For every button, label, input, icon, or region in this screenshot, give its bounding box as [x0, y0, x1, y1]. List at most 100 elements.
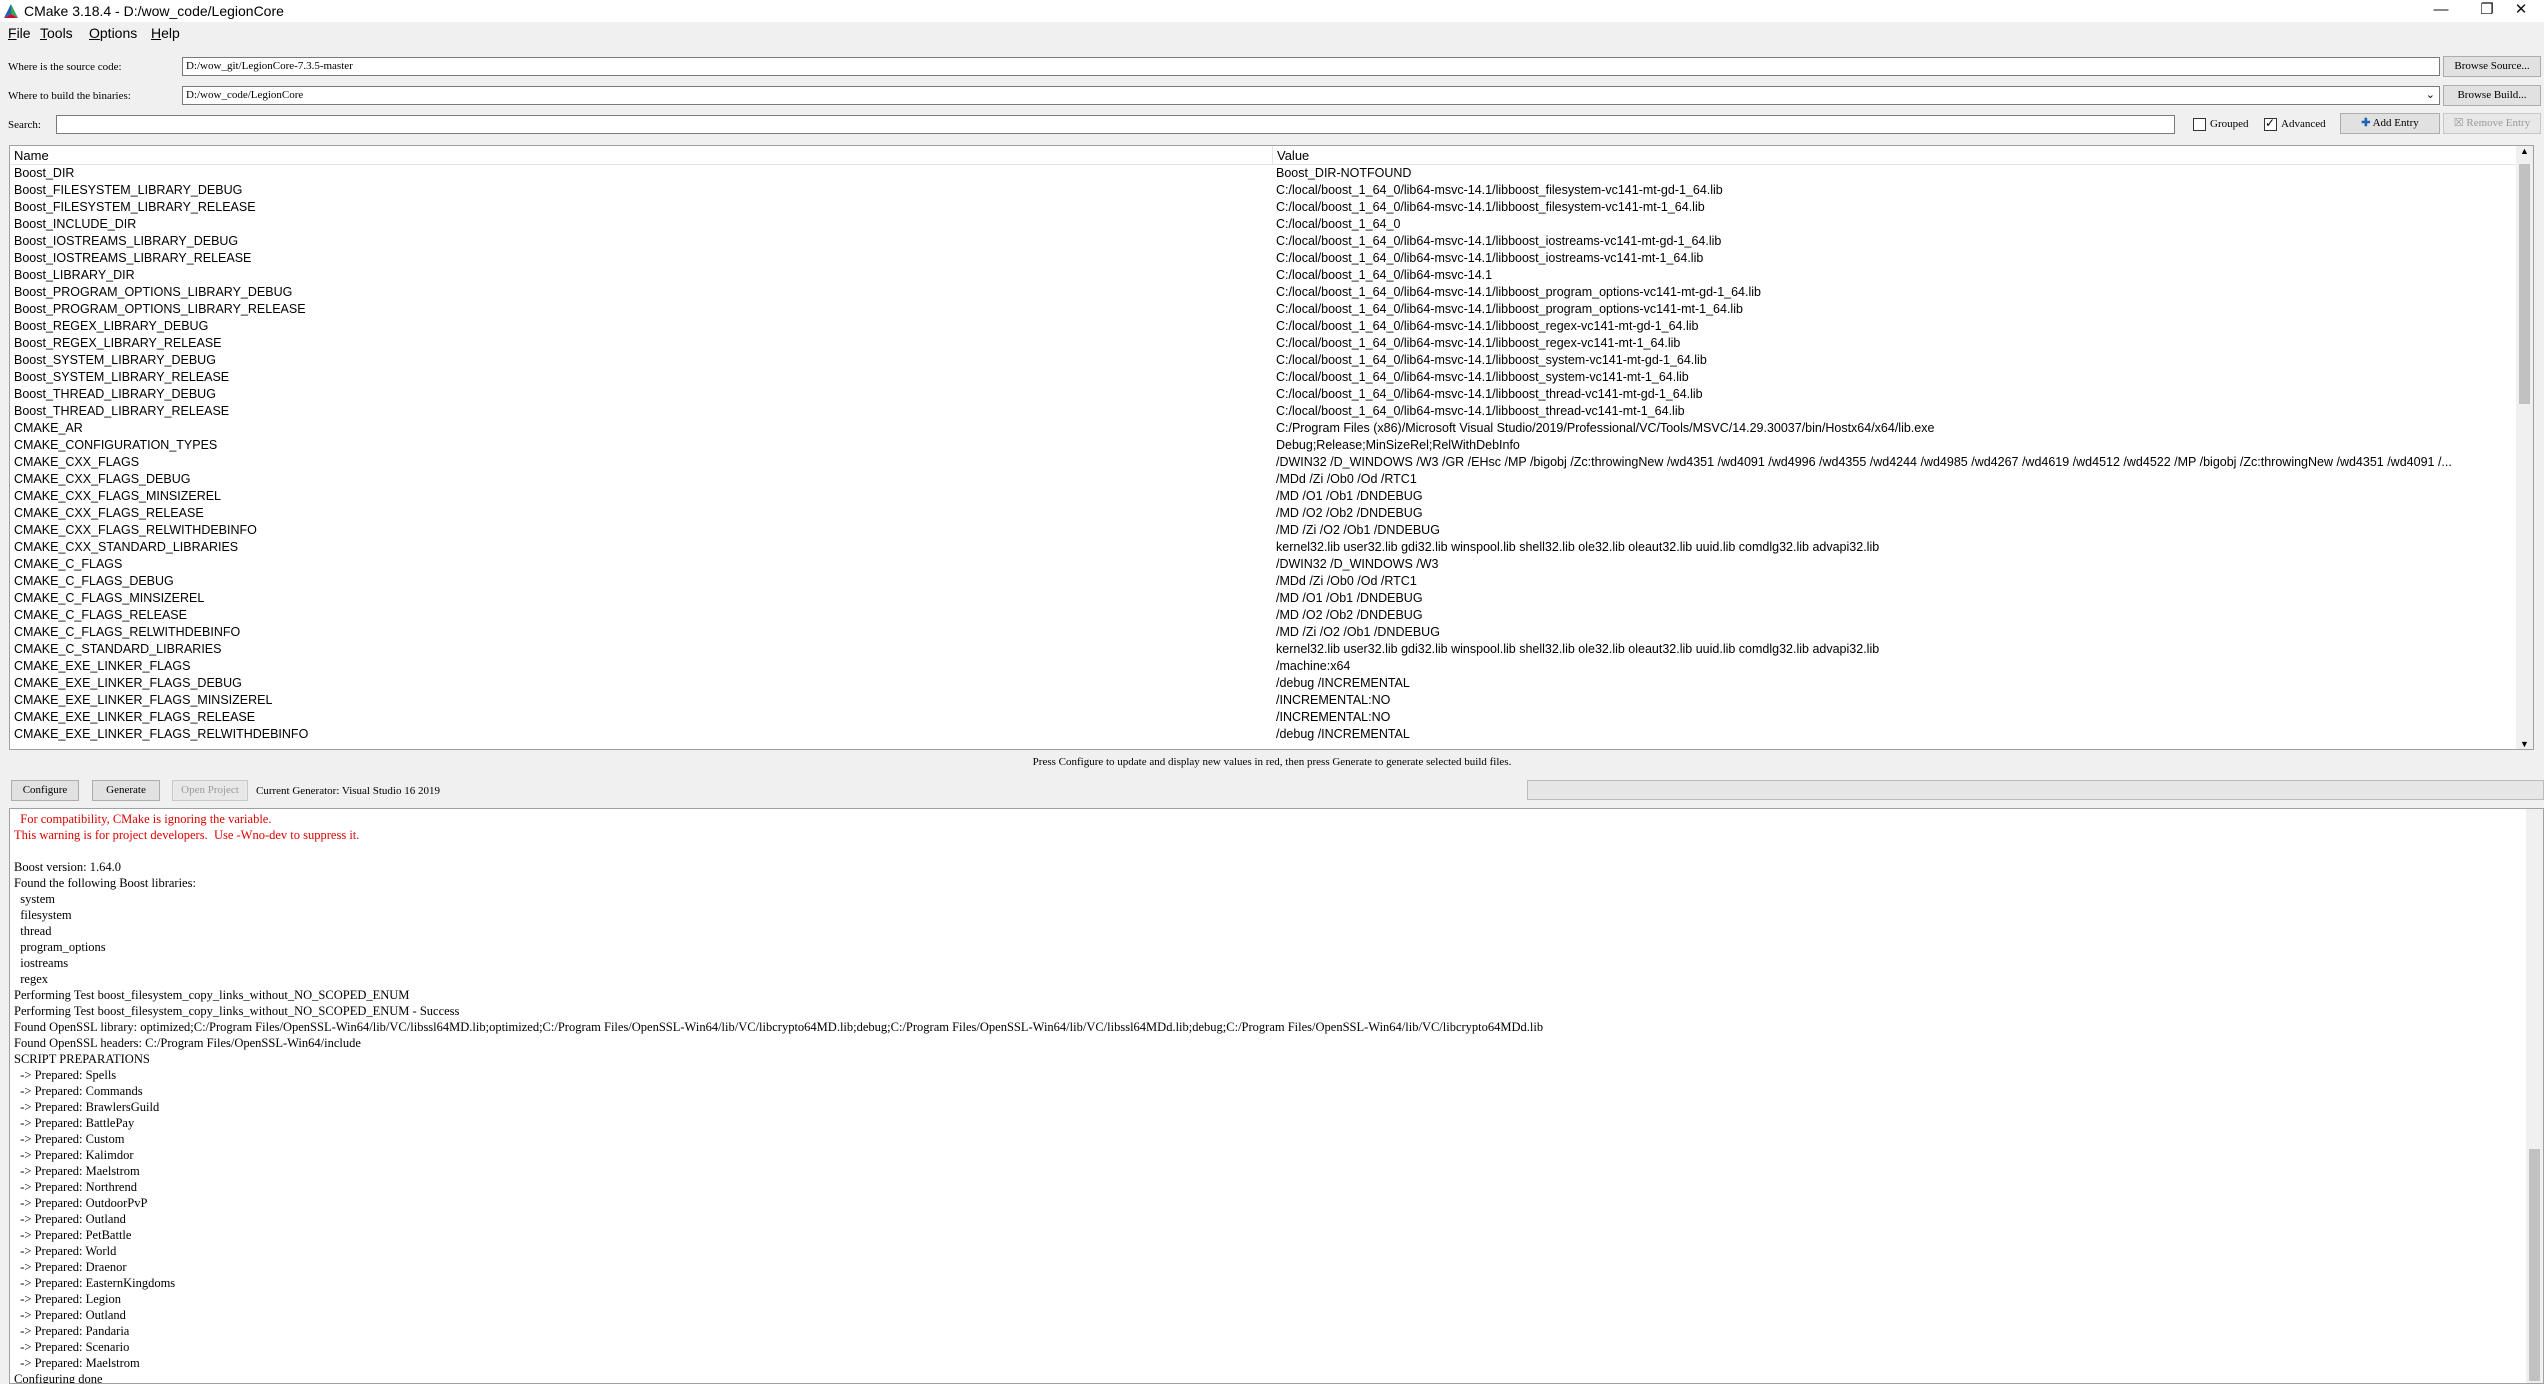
- generate-button[interactable]: Generate: [92, 780, 160, 801]
- cell-value[interactable]: /MD /O1 /Ob1 /DNDEBUG: [1276, 488, 2526, 505]
- scroll-down-icon[interactable]: ▼: [2516, 739, 2533, 749]
- table-row[interactable]: CMAKE_EXE_LINKER_FLAGS/machine:x64: [10, 658, 2533, 675]
- cache-table[interactable]: Name Value Boost_DIR Boost_DIR-NOTFOUND Bo…: [9, 145, 2534, 750]
- table-row[interactable]: CMAKE_CXX_STANDARD_LIBRARIES kernel32.lib…: [10, 539, 2533, 556]
- open-project-button[interactable]: Open Project: [172, 780, 248, 801]
- column-header-value[interactable]: Value: [1273, 146, 2533, 165]
- cell-value[interactable]: Debug;Release;MinSizeRel;RelWithDebInfo: [1276, 437, 2526, 454]
- table-row[interactable]: Boost_REGEX_LIBRARY_DEBUG C:/local/boost_…: [10, 318, 2533, 335]
- cell-value[interactable]: C:/local/boost_1_64_0/lib64-msvc-14.1/li…: [1276, 182, 2526, 199]
- table-scroll-thumb[interactable]: [2519, 164, 2530, 404]
- close-button[interactable]: ✕: [2498, 0, 2544, 22]
- minimize-button[interactable]: —: [2418, 0, 2464, 22]
- cell-value[interactable]: /MD /O2 /Ob2 /DNDEBUG: [1276, 505, 2526, 522]
- table-row[interactable]: CMAKE_C_STANDARD_LIBRARIES kernel32.lib u…: [10, 641, 2533, 658]
- output-log[interactable]: For compatibility, CMake is ignoring the…: [9, 808, 2544, 1384]
- table-row[interactable]: CMAKE_CONFIGURATION_TYPES Debug;Release;M…: [10, 437, 2533, 454]
- table-row[interactable]: CMAKE_C_FLAGS_RELEASE/MD /O2 /Ob2 /DNDEB…: [10, 607, 2533, 624]
- browse-build-button[interactable]: Browse Build...: [2443, 85, 2541, 106]
- table-row[interactable]: CMAKE_CXX_FLAGS_RELEASE/MD /O2 /Ob2 /DND…: [10, 505, 2533, 522]
- table-row[interactable]: Boost_SYSTEM_LIBRARY_RELEASE C:/local/boo…: [10, 369, 2533, 386]
- table-row[interactable]: CMAKE_CXX_FLAGS_RELWITHDEBINFO/MD /Zi /O…: [10, 522, 2533, 539]
- cell-value[interactable]: C:/local/boost_1_64_0/lib64-msvc-14.1/li…: [1276, 352, 2526, 369]
- cell-value[interactable]: C:/local/boost_1_64_0: [1276, 216, 2526, 233]
- cell-value[interactable]: /INCREMENTAL:NO: [1276, 709, 2526, 726]
- remove-entry-button[interactable]: ☒ Remove Entry: [2443, 113, 2541, 134]
- table-row[interactable]: CMAKE_EXE_LINKER_FLAGS_DEBUG/debug /INCR…: [10, 675, 2533, 692]
- table-row[interactable]: Boost_DIR Boost_DIR-NOTFOUND: [10, 165, 2533, 182]
- cell-value[interactable]: C:/local/boost_1_64_0/lib64-msvc-14.1/li…: [1276, 318, 2526, 335]
- chevron-down-icon[interactable]: ⌄: [2426, 87, 2435, 104]
- table-row[interactable]: CMAKE_CXX_FLAGS/DWIN32 /D_WINDOWS /W3 /G…: [10, 454, 2533, 471]
- output-line: filesystem: [14, 908, 72, 922]
- output-scroll-thumb[interactable]: [2529, 1149, 2540, 1381]
- cell-value[interactable]: /MD /O2 /Ob2 /DNDEBUG: [1276, 607, 2526, 624]
- table-row[interactable]: Boost_FILESYSTEM_LIBRARY_DEBUG C:/local/b…: [10, 182, 2533, 199]
- cell-value[interactable]: /MD /Zi /O2 /Ob1 /DNDEBUG: [1276, 522, 2526, 539]
- table-row[interactable]: CMAKE_C_FLAGS_RELWITHDEBINFO/MD /Zi /O2 …: [10, 624, 2533, 641]
- cell-value[interactable]: /MD /O1 /Ob1 /DNDEBUG: [1276, 590, 2526, 607]
- table-row[interactable]: Boost_IOSTREAMS_LIBRARY_DEBUG C:/local/bo…: [10, 233, 2533, 250]
- cell-value[interactable]: kernel32.lib user32.lib gdi32.lib winspo…: [1276, 539, 2526, 556]
- cell-value[interactable]: /DWIN32 /D_WINDOWS /W3: [1276, 556, 2526, 573]
- cell-value[interactable]: C:/local/boost_1_64_0/lib64-msvc-14.1/li…: [1276, 199, 2526, 216]
- source-path-input[interactable]: D:/wow_git/LegionCore-7.3.5-master: [182, 57, 2440, 76]
- table-row[interactable]: Boost_PROGRAM_OPTIONS_LIBRARY_DEBUG C:/lo…: [10, 284, 2533, 301]
- table-row[interactable]: CMAKE_EXE_LINKER_FLAGS_RELEASE/INCREMENT…: [10, 709, 2533, 726]
- cell-value[interactable]: C:/local/boost_1_64_0/lib64-msvc-14.1/li…: [1276, 386, 2526, 403]
- table-row[interactable]: CMAKE_EXE_LINKER_FLAGS_RELWITHDEBINFO/de…: [10, 726, 2533, 743]
- menu-help[interactable]: Help: [151, 25, 180, 41]
- cell-value[interactable]: C:/local/boost_1_64_0/lib64-msvc-14.1/li…: [1276, 301, 2526, 318]
- cell-value[interactable]: C:/local/boost_1_64_0/lib64-msvc-14.1/li…: [1276, 284, 2526, 301]
- table-row[interactable]: CMAKE_C_FLAGS_MINSIZEREL/MD /O1 /Ob1 /DN…: [10, 590, 2533, 607]
- table-scrollbar[interactable]: ▲ ▼: [2516, 146, 2533, 749]
- column-header-name[interactable]: Name: [10, 146, 1273, 165]
- table-row[interactable]: CMAKE_EXE_LINKER_FLAGS_MINSIZEREL/INCREM…: [10, 692, 2533, 709]
- search-input[interactable]: [56, 115, 2175, 134]
- cell-value[interactable]: Boost_DIR-NOTFOUND: [1276, 165, 2526, 182]
- table-row[interactable]: Boost_REGEX_LIBRARY_RELEASE C:/local/boos…: [10, 335, 2533, 352]
- cell-value[interactable]: C:/local/boost_1_64_0/lib64-msvc-14.1/li…: [1276, 403, 2526, 420]
- table-row[interactable]: CMAKE_C_FLAGS_DEBUG/MDd /Zi /Ob0 /Od /RT…: [10, 573, 2533, 590]
- table-row[interactable]: Boost_SYSTEM_LIBRARY_DEBUG C:/local/boost…: [10, 352, 2533, 369]
- cell-value[interactable]: /DWIN32 /D_WINDOWS /W3 /GR /EHsc /MP /bi…: [1276, 454, 2526, 471]
- advanced-checkbox[interactable]: [2264, 116, 2277, 131]
- table-row[interactable]: Boost_IOSTREAMS_LIBRARY_RELEASE C:/local/…: [10, 250, 2533, 267]
- cell-value[interactable]: /debug /INCREMENTAL: [1276, 726, 2526, 743]
- table-row[interactable]: Boost_FILESYSTEM_LIBRARY_RELEASE C:/local…: [10, 199, 2533, 216]
- table-row[interactable]: Boost_THREAD_LIBRARY_RELEASE C:/local/boo…: [10, 403, 2533, 420]
- cell-value[interactable]: C:/Program Files (x86)/Microsoft Visual …: [1276, 420, 2526, 437]
- build-path-combobox[interactable]: D:/wow_code/LegionCore ⌄: [182, 86, 2440, 105]
- cell-value[interactable]: C:/local/boost_1_64_0/lib64-msvc-14.1: [1276, 267, 2526, 284]
- menu-help-accel: H: [151, 25, 162, 41]
- cell-value[interactable]: /machine:x64: [1276, 658, 2526, 675]
- table-row[interactable]: Boost_PROGRAM_OPTIONS_LIBRARY_RELEASE C:/…: [10, 301, 2533, 318]
- cell-name: Boost_INCLUDE_DIR: [14, 217, 137, 231]
- table-row[interactable]: CMAKE_AR C:/Program Files (x86)/Microsoft…: [10, 420, 2533, 437]
- grouped-checkbox[interactable]: [2193, 118, 2206, 131]
- cell-value[interactable]: /debug /INCREMENTAL: [1276, 675, 2526, 692]
- menu-options[interactable]: Options: [89, 25, 137, 41]
- output-scrollbar[interactable]: [2526, 809, 2543, 1383]
- cell-value[interactable]: kernel32.lib user32.lib gdi32.lib winspo…: [1276, 641, 2526, 658]
- table-row[interactable]: Boost_LIBRARY_DIR C:/local/boost_1_64_0/l…: [10, 267, 2533, 284]
- scroll-up-icon[interactable]: ▲: [2516, 146, 2533, 156]
- cell-value[interactable]: /MDd /Zi /Ob0 /Od /RTC1: [1276, 573, 2526, 590]
- cell-value[interactable]: /MDd /Zi /Ob0 /Od /RTC1: [1276, 471, 2526, 488]
- table-row[interactable]: CMAKE_CXX_FLAGS_DEBUG/MDd /Zi /Ob0 /Od /…: [10, 471, 2533, 488]
- menu-tools[interactable]: Tools: [40, 25, 73, 41]
- table-row[interactable]: CMAKE_CXX_FLAGS_MINSIZEREL/MD /O1 /Ob1 /…: [10, 488, 2533, 505]
- cell-value[interactable]: C:/local/boost_1_64_0/lib64-msvc-14.1/li…: [1276, 233, 2526, 250]
- table-row[interactable]: Boost_THREAD_LIBRARY_DEBUG C:/local/boost…: [10, 386, 2533, 403]
- cell-value[interactable]: /MD /Zi /O2 /Ob1 /DNDEBUG: [1276, 624, 2526, 641]
- menu-file[interactable]: File: [8, 25, 31, 41]
- cell-value[interactable]: C:/local/boost_1_64_0/lib64-msvc-14.1/li…: [1276, 369, 2526, 386]
- cell-value[interactable]: C:/local/boost_1_64_0/lib64-msvc-14.1/li…: [1276, 335, 2526, 352]
- browse-source-button[interactable]: Browse Source...: [2443, 56, 2541, 77]
- cell-value[interactable]: /INCREMENTAL:NO: [1276, 692, 2526, 709]
- table-row[interactable]: Boost_INCLUDE_DIR C:/local/boost_1_64_0: [10, 216, 2533, 233]
- add-entry-button[interactable]: ✚ Add Entry: [2340, 113, 2440, 134]
- configure-button[interactable]: Configure: [11, 780, 79, 801]
- cell-value[interactable]: C:/local/boost_1_64_0/lib64-msvc-14.1/li…: [1276, 250, 2526, 267]
- table-row[interactable]: CMAKE_C_FLAGS/DWIN32 /D_WINDOWS /W3: [10, 556, 2533, 573]
